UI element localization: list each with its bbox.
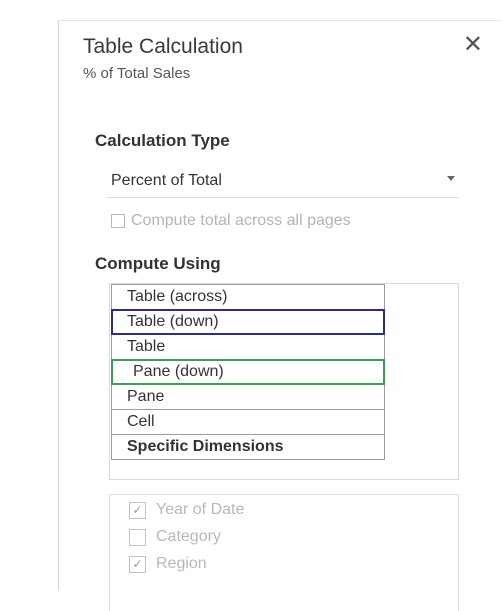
compute-total-label: Compute total across all pages — [131, 212, 351, 229]
dimension-label: Category — [156, 528, 221, 545]
option-pane[interactable]: Pane — [111, 384, 385, 410]
option-table-down[interactable]: Table (down) — [111, 309, 385, 335]
dimension-label: Year of Date — [156, 501, 245, 518]
close-icon[interactable]: ✕ — [463, 33, 483, 57]
dialog-subtitle: % of Total Sales — [83, 65, 191, 82]
dimension-checkbox[interactable]: ✓ — [129, 555, 146, 573]
chevron-down-icon — [447, 176, 455, 181]
option-specific-dimensions[interactable]: Specific Dimensions — [111, 434, 385, 460]
compute-total-checkbox[interactable] — [111, 214, 125, 228]
dimension-checkbox[interactable] — [129, 528, 146, 546]
compute-total-row[interactable]: Compute total across all pages — [111, 212, 351, 230]
dimension-row[interactable]: ✓ Region — [129, 555, 207, 573]
dimension-label: Region — [156, 555, 207, 572]
calculation-type-label: Calculation Type — [95, 131, 230, 150]
dimension-checkbox[interactable]: ✓ — [129, 501, 146, 519]
option-table[interactable]: Table — [111, 334, 385, 360]
option-table-across[interactable]: Table (across) — [111, 284, 385, 310]
table-calculation-dialog: Table Calculation % of Total Sales ✕ Cal… — [58, 20, 501, 611]
option-pane-down[interactable]: Pane (down) — [111, 359, 385, 385]
dimension-row[interactable]: ✓ Year of Date — [129, 501, 244, 519]
calculation-type-value: Percent of Total — [111, 172, 222, 189]
dimension-row[interactable]: Category — [129, 528, 221, 546]
compute-using-list: Table (across) Table (down) Table Pane (… — [111, 284, 385, 460]
option-cell[interactable]: Cell — [111, 409, 385, 435]
dialog-title: Table Calculation — [83, 35, 243, 58]
compute-using-label: Compute Using — [95, 254, 221, 273]
calculation-type-dropdown[interactable]: Percent of Total — [107, 167, 459, 198]
